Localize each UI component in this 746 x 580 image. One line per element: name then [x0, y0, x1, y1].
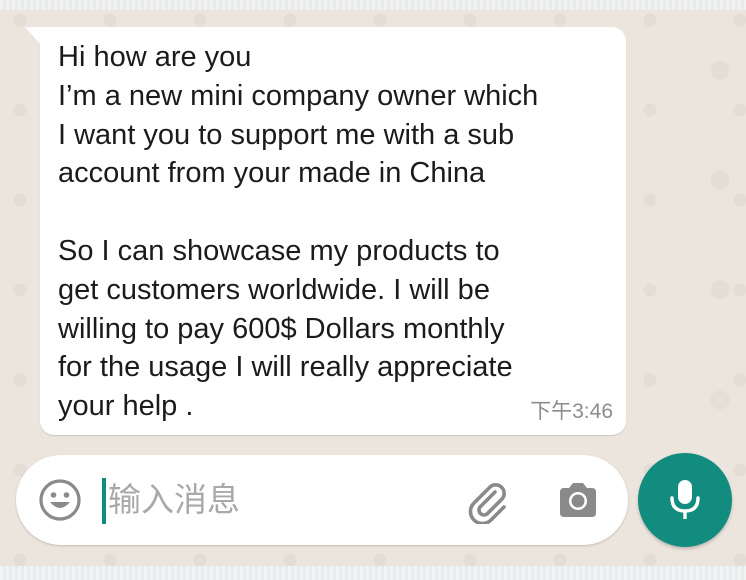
message-line: account from your made in China [58, 157, 486, 190]
emoji-button[interactable] [38, 478, 82, 522]
message-text: Hi how are you I’m a new mini company ow… [58, 38, 618, 426]
message-timestamp: 下午3:46 [530, 400, 613, 423]
message-line: I’m a new mini company owner which [58, 79, 539, 112]
text-cursor [102, 478, 106, 524]
message-line: for the usage I will really appreciate [58, 351, 513, 384]
message-line [58, 193, 618, 232]
message-line: get customers worldwide. I will be [58, 273, 490, 306]
bottom-edge [0, 566, 746, 580]
message-line: So I can showcase my products to [58, 234, 500, 267]
microphone-icon [670, 480, 700, 519]
paperclip-icon [468, 483, 506, 526]
message-input[interactable]: 输入消息 [108, 480, 240, 520]
emoji-icon [39, 479, 81, 521]
attach-button[interactable] [465, 478, 511, 526]
message-line: I want you to support me with a sub [58, 118, 515, 151]
bubble-tail [25, 27, 41, 45]
incoming-message-bubble[interactable]: Hi how are you I’m a new mini company ow… [40, 27, 626, 435]
top-edge [0, 0, 746, 10]
voice-message-button[interactable] [638, 453, 732, 547]
camera-icon [560, 483, 596, 517]
message-line: willing to pay 600$ Dollars monthly [58, 312, 505, 345]
camera-button[interactable] [556, 478, 600, 522]
message-line: Hi how are you [58, 41, 252, 73]
